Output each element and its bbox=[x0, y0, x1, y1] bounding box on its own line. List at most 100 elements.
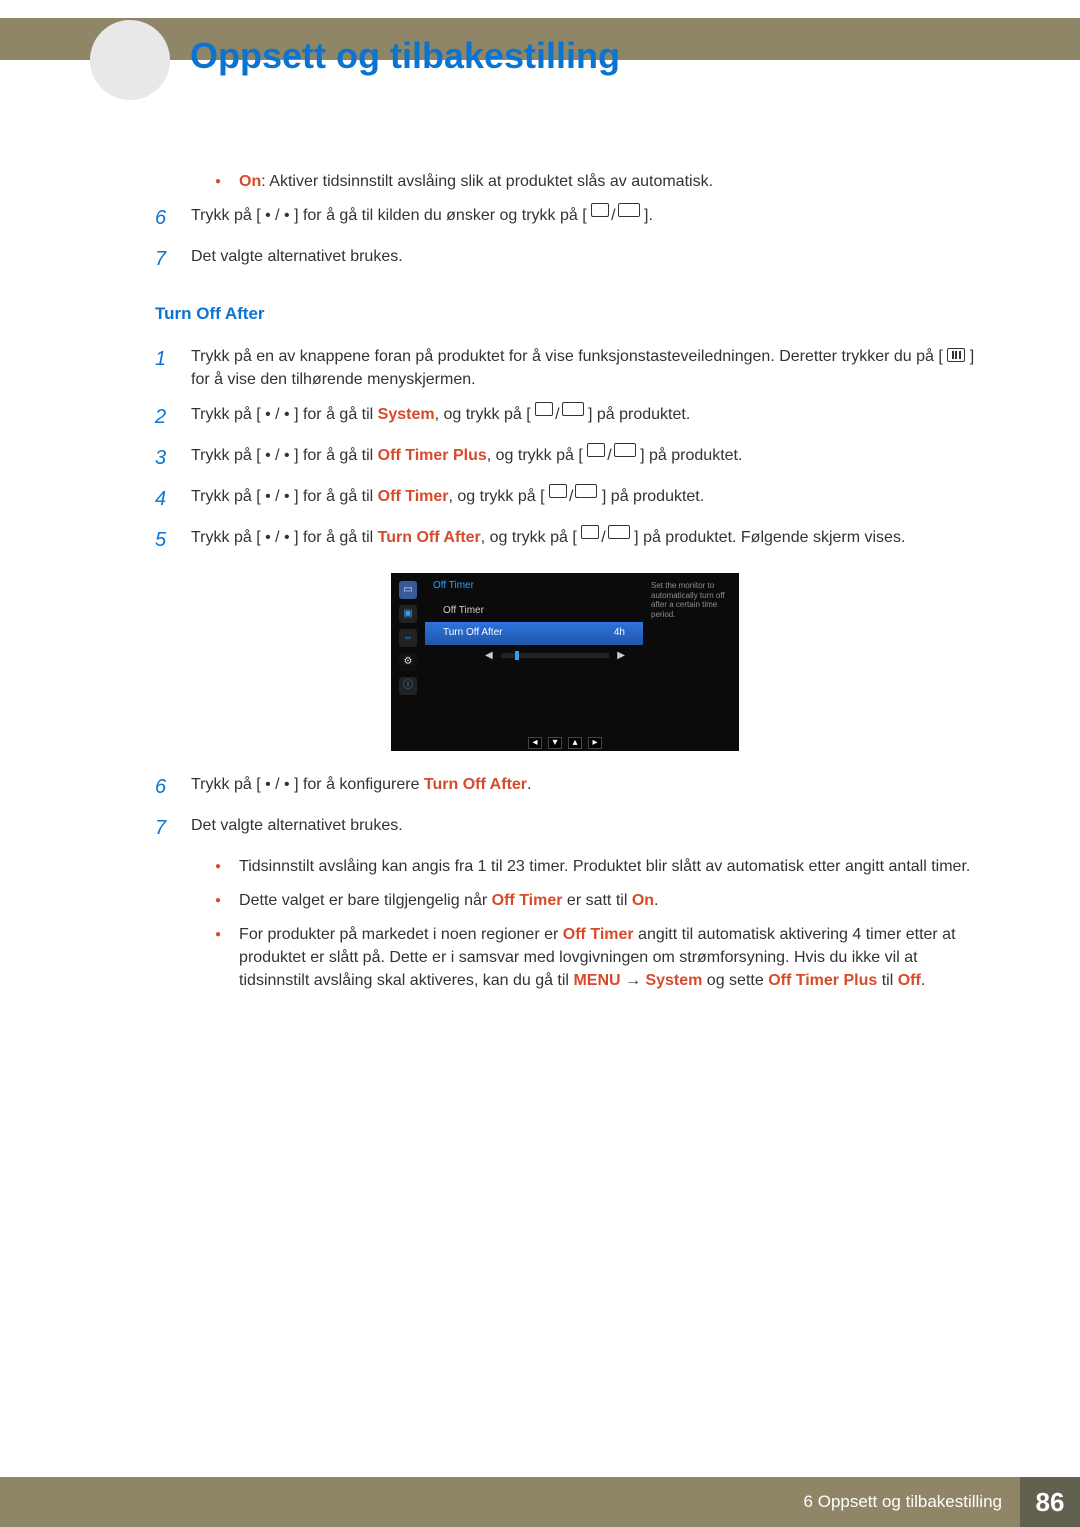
note3-k4: Off Timer Plus bbox=[768, 972, 877, 989]
bullet-dot-icon: ● bbox=[215, 855, 221, 879]
step4-a: Trykk på [ • / • ] for å gå til bbox=[191, 488, 378, 505]
step7-text: Det valgte alternativet brukes. bbox=[191, 814, 975, 843]
step5-b: , og trykk på [ bbox=[481, 529, 577, 546]
confirm-icon: / bbox=[581, 526, 629, 549]
step2-a: Trykk på [ • / • ] for å gå til bbox=[191, 406, 378, 423]
note3-k1: Off Timer bbox=[563, 926, 634, 943]
step3-c: ] på produktet. bbox=[640, 447, 742, 464]
step-1: 1 Trykk på en av knappene foran på produ… bbox=[155, 345, 975, 391]
osd-help-text: Set the monitor to automatically turn of… bbox=[645, 573, 739, 627]
osd-row-turn-off-after: Turn Off After 4h bbox=[425, 622, 643, 645]
note3-k5: Off bbox=[898, 972, 921, 989]
osd-title: Off Timer bbox=[425, 573, 643, 600]
osd-row2-value: 4h bbox=[614, 626, 625, 641]
osd-nav-right-icon: ▸ bbox=[588, 737, 602, 749]
step5-c: ] på produktet. Følgende skjerm vises. bbox=[634, 529, 905, 546]
step-number: 4 bbox=[155, 485, 173, 514]
step2-b: , og trykk på [ bbox=[435, 406, 531, 423]
chapter-badge bbox=[90, 20, 170, 100]
on-bullet: ● On: Aktiver tidsinnstilt avslåing slik… bbox=[215, 170, 975, 194]
osd-sidebar: ▭ ▣ ⇔ ⚙ ⓘ bbox=[391, 573, 425, 731]
step3-b: , og trykk på [ bbox=[487, 447, 583, 464]
step-4: 4 Trykk på [ • / • ] for å gå til Off Ti… bbox=[155, 485, 975, 514]
osd-screenshot: ▭ ▣ ⇔ ⚙ ⓘ Off Timer Off Timer Turn Off A… bbox=[391, 573, 739, 751]
step-number: 6 bbox=[155, 204, 173, 233]
step-5: 5 Trykk på [ • / • ] for å gå til Turn O… bbox=[155, 526, 975, 555]
step-2: 2 Trykk på [ • / • ] for å gå til System… bbox=[155, 403, 975, 432]
on-text: : Aktiver tidsinnstilt avslåing slik at … bbox=[261, 173, 713, 190]
note1-text: Tidsinnstilt avslåing kan angis fra 1 ti… bbox=[239, 855, 970, 879]
step-3: 3 Trykk på [ • / • ] for å gå til Off Ti… bbox=[155, 444, 975, 473]
confirm-icon: / bbox=[587, 444, 635, 467]
step1-a: Trykk på en av knappene foran på produkt… bbox=[191, 348, 947, 365]
osd-right-arrow-icon: ▶ bbox=[617, 649, 625, 664]
footer: 6 Oppsett og tilbakestilling 86 bbox=[0, 1477, 1080, 1527]
pre-step6-tail: ]. bbox=[644, 207, 653, 224]
on-label: On bbox=[239, 173, 261, 190]
note3-k3: System bbox=[645, 972, 702, 989]
step4-key: Off Timer bbox=[378, 488, 449, 505]
note3-a: For produkter på markedet i noen regione… bbox=[239, 926, 563, 943]
note2-b: er satt til bbox=[562, 892, 631, 909]
step6-key: Turn Off After bbox=[424, 776, 527, 793]
osd-row-off-timer: Off Timer bbox=[425, 600, 643, 623]
step-number: 1 bbox=[155, 345, 173, 391]
note2-c: . bbox=[654, 892, 658, 909]
osd-main: Off Timer Off Timer Turn Off After 4h ◀ … bbox=[425, 573, 643, 731]
step-7: 7 Det valgte alternativet brukes. bbox=[155, 814, 975, 843]
arrow-icon: → bbox=[621, 972, 646, 989]
step-number: 5 bbox=[155, 526, 173, 555]
note3-k2: MENU bbox=[573, 972, 620, 989]
step-number: 3 bbox=[155, 444, 173, 473]
osd-settings-icon: ⚙ bbox=[399, 653, 417, 671]
confirm-icon: / bbox=[549, 485, 597, 508]
footer-page-number: 86 bbox=[1020, 1477, 1080, 1527]
subheading-turn-off-after: Turn Off After bbox=[155, 302, 975, 327]
osd-row2-label: Turn Off After bbox=[443, 626, 502, 641]
note2-a: Dette valget er bare tilgjengelig når bbox=[239, 892, 492, 909]
pre-step6-text: Trykk på [ • / • ] for å gå til kilden d… bbox=[191, 207, 587, 224]
step4-c: ] på produktet. bbox=[602, 488, 704, 505]
pre-step-7: 7 Det valgte alternativet brukes. bbox=[155, 245, 975, 274]
pre-step-6: 6 Trykk på [ • / • ] for å gå til kilden… bbox=[155, 204, 975, 233]
osd-slider: ◀ ▶ bbox=[425, 645, 643, 668]
bullet-dot-icon: ● bbox=[215, 170, 221, 194]
content-area: ● On: Aktiver tidsinnstilt avslåing slik… bbox=[155, 170, 975, 1003]
step5-key: Turn Off After bbox=[378, 529, 481, 546]
osd-picture-icon: ▣ bbox=[399, 605, 417, 623]
note2-k2: On bbox=[632, 892, 654, 909]
note3-e: . bbox=[921, 972, 925, 989]
step-number: 6 bbox=[155, 773, 173, 802]
step2-c: ] på produktet. bbox=[588, 406, 690, 423]
osd-display-icon: ▭ bbox=[399, 581, 417, 599]
bullet-dot-icon: ● bbox=[215, 923, 221, 993]
page-title: Oppsett og tilbakestilling bbox=[190, 35, 620, 77]
note-2: ● Dette valget er bare tilgjengelig når … bbox=[215, 889, 975, 913]
footer-title: 6 Oppsett og tilbakestilling bbox=[0, 1477, 1020, 1527]
step6-b: . bbox=[527, 776, 531, 793]
step5-a: Trykk på [ • / • ] for å gå til bbox=[191, 529, 378, 546]
step-number: 2 bbox=[155, 403, 173, 432]
step3-a: Trykk på [ • / • ] for å gå til bbox=[191, 447, 378, 464]
osd-nav-left-icon: ◂ bbox=[528, 737, 542, 749]
note3-c: og sette bbox=[702, 972, 768, 989]
step4-b: , og trykk på [ bbox=[449, 488, 545, 505]
step-number: 7 bbox=[155, 245, 173, 274]
bullet-dot-icon: ● bbox=[215, 889, 221, 913]
confirm-icon: / bbox=[591, 204, 639, 227]
step3-key: Off Timer Plus bbox=[378, 447, 487, 464]
pre-step7-text: Det valgte alternativet brukes. bbox=[191, 245, 975, 274]
osd-nav-down-icon: ▾ bbox=[548, 737, 562, 749]
menu-icon bbox=[947, 348, 965, 362]
note3-d: til bbox=[877, 972, 897, 989]
osd-nav-icons: ◂ ▾ ▴ ▸ bbox=[391, 737, 739, 749]
note2-k1: Off Timer bbox=[492, 892, 563, 909]
note-3: ● For produkter på markedet i noen regio… bbox=[215, 923, 975, 993]
osd-nav-up-icon: ▴ bbox=[568, 737, 582, 749]
osd-left-arrow-icon: ◀ bbox=[485, 649, 493, 664]
step2-key: System bbox=[378, 406, 435, 423]
note-1: ● Tidsinnstilt avslåing kan angis fra 1 … bbox=[215, 855, 975, 879]
confirm-icon: / bbox=[535, 403, 583, 426]
step-6: 6 Trykk på [ • / • ] for å konfigurere T… bbox=[155, 773, 975, 802]
osd-info-icon: ⓘ bbox=[399, 677, 417, 695]
